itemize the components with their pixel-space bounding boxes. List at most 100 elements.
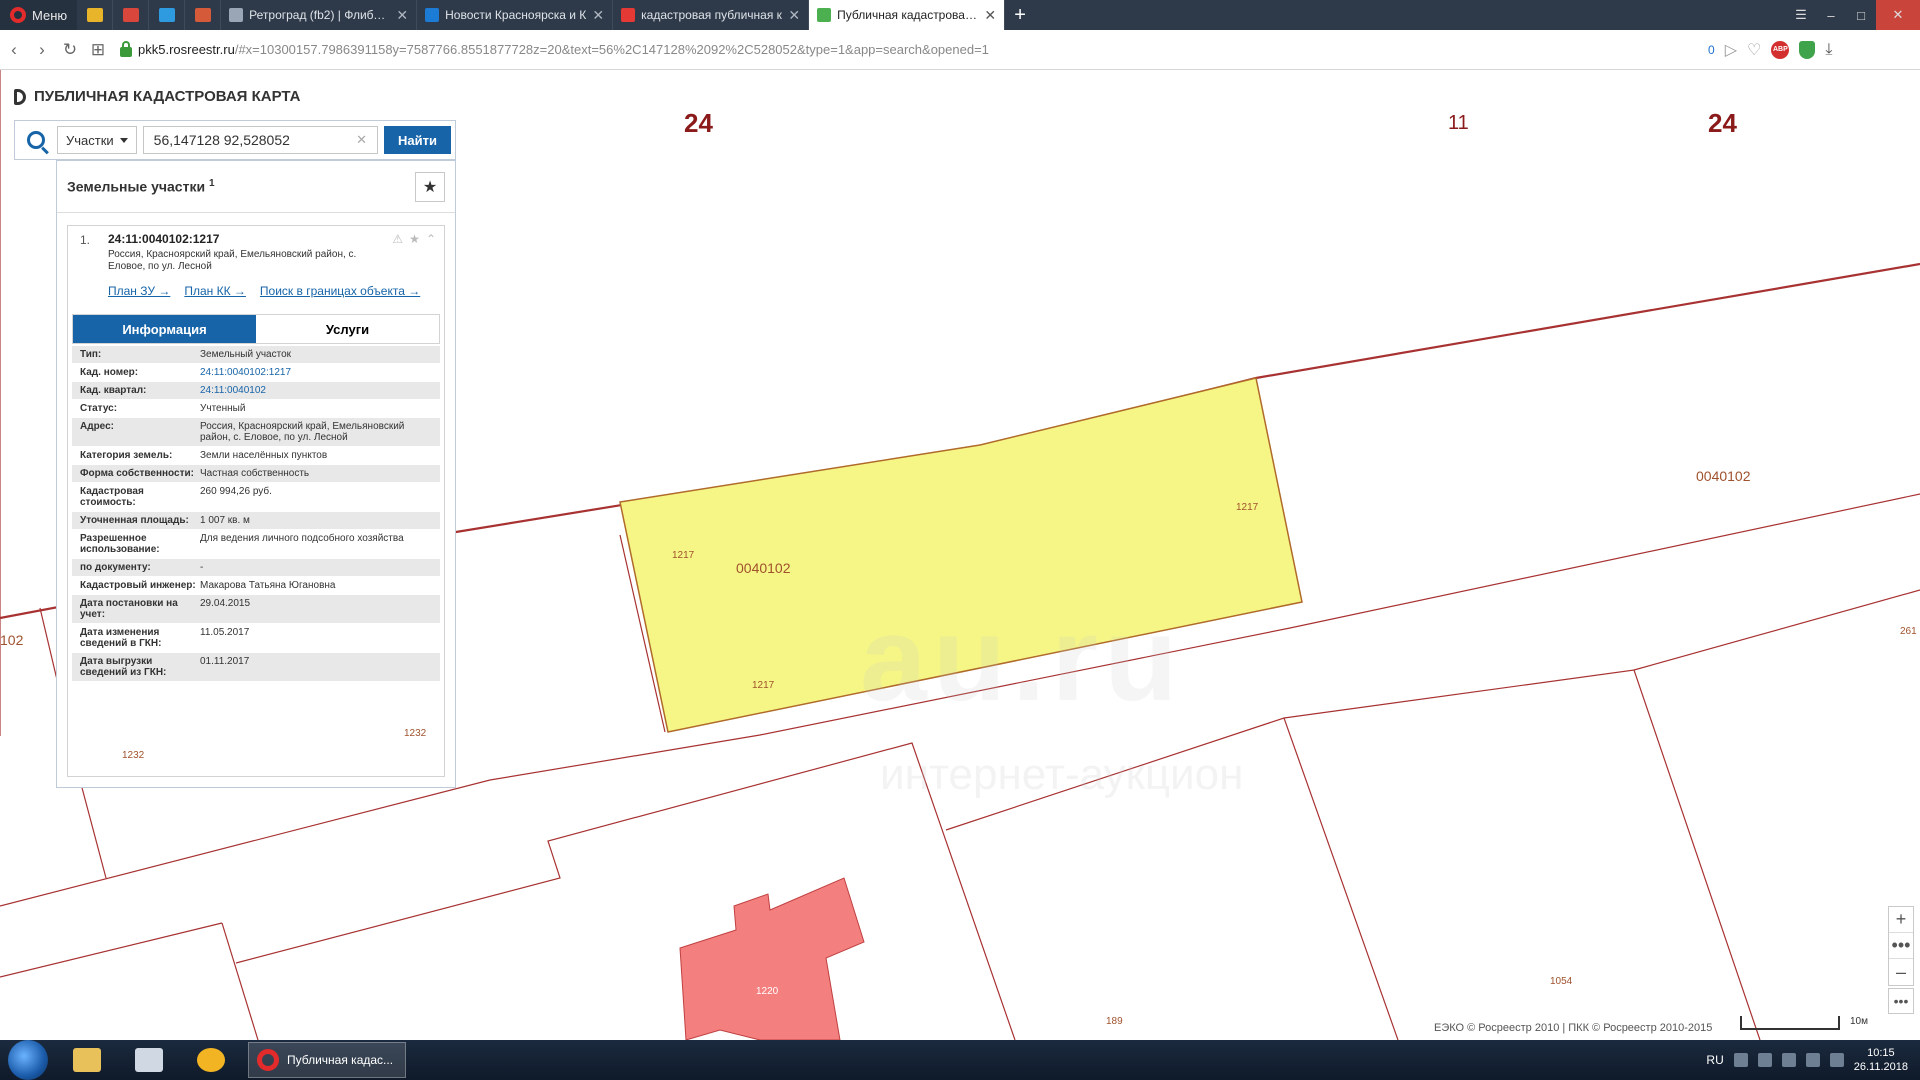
tab-retrograd[interactable]: Ретроград (fb2) | Флибуста ✕ xyxy=(221,0,418,30)
favorites-button[interactable]: ★ xyxy=(415,171,445,202)
search-type-select[interactable]: Участки xyxy=(57,126,137,154)
url-domain: pkk5.rosreestr.ru xyxy=(138,42,235,57)
app-title-text: ПУБЛИЧНАЯ КАДАСТРОВАЯ КАРТА xyxy=(34,88,301,105)
info-row: по документу: - xyxy=(72,559,440,577)
address-bar-actions: 0 ▷ ♡ ABP ⤓ xyxy=(1708,40,1832,60)
info-row-label: Кадастровая стоимость: xyxy=(80,486,144,508)
calculator-icon xyxy=(135,1048,163,1072)
new-tab-button[interactable]: + xyxy=(1005,0,1035,30)
send-icon[interactable]: ▷ xyxy=(1725,40,1737,60)
parcel-label: 1217 xyxy=(752,680,775,691)
forward-button[interactable]: › xyxy=(28,40,56,60)
blocked-count-badge[interactable]: 0 xyxy=(1708,43,1715,57)
more-options-button[interactable]: ••• xyxy=(1888,988,1914,1014)
map-copyright: ЕЭКО © Росреестр 2010 | ПКК © Росреестр … xyxy=(1434,1022,1713,1034)
start-button[interactable] xyxy=(8,1040,48,1080)
tab-close-icon[interactable]: ✕ xyxy=(984,7,996,24)
parcel-label: 1232 xyxy=(404,728,427,739)
info-row-label: Кад. квартал: xyxy=(80,385,147,396)
info-row: Кадастровая стоимость: 260 994,26 руб. xyxy=(72,483,440,512)
info-row-label: по документу: xyxy=(80,562,151,573)
flag-icon[interactable] xyxy=(1757,1053,1772,1067)
info-row-value: 1 007 кв. м xyxy=(200,515,250,526)
info-row-label: Тип: xyxy=(80,349,102,360)
skype-icon[interactable] xyxy=(1781,1053,1796,1067)
info-row-value[interactable]: 24:11:0040102 xyxy=(200,385,440,396)
info-row-label: Форма собственности: xyxy=(80,468,194,479)
plan-zu-link[interactable]: План ЗУ → xyxy=(108,284,170,298)
close-window-button[interactable]: ✕ xyxy=(1876,0,1920,30)
taskbar-opera-window[interactable]: Публичная кадас... xyxy=(248,1042,406,1078)
info-row: Дата выгрузки сведений из ГКН: 01.11.2017 xyxy=(72,653,440,682)
info-row-label: Адрес: xyxy=(80,421,114,432)
info-row-label: Дата выгрузки сведений из ГКН: xyxy=(80,656,167,678)
search-in-bounds-link[interactable]: Поиск в границах объекта → xyxy=(260,284,420,298)
info-row-value: Земельный участок xyxy=(200,349,292,360)
info-row-value: - xyxy=(200,562,204,573)
tab-information[interactable]: Информация xyxy=(73,315,256,343)
zoom-in-button[interactable]: + xyxy=(1889,907,1913,933)
taskbar-app[interactable] xyxy=(188,1043,234,1077)
back-button[interactable]: ‹ xyxy=(0,40,28,60)
zoom-level-icon[interactable]: ••• xyxy=(1889,933,1913,959)
tab-favicon-icon xyxy=(817,8,832,22)
info-row-value: 01.11.2017 xyxy=(200,656,250,667)
pinned-tab-mail[interactable] xyxy=(77,0,114,30)
quarter-label: 102 xyxy=(0,632,24,648)
taskbar-task-label: Публичная кадас... xyxy=(287,1053,394,1067)
search-input[interactable]: 56,147128 92,528052 ✕ xyxy=(142,126,379,154)
tab-close-icon[interactable]: ✕ xyxy=(396,7,408,24)
parcel-boundary xyxy=(221,922,259,1040)
download-icon[interactable]: ⤓ xyxy=(1825,41,1832,59)
maximize-button[interactable]: □ xyxy=(1846,0,1876,30)
results-panel: Земельные участки 1 ★ 1. 24:11:0040102:1… xyxy=(56,160,456,788)
taskbar-explorer[interactable] xyxy=(64,1043,110,1077)
clock[interactable]: 10:15 26.11.2018 xyxy=(1854,1046,1908,1074)
tab-cadastral-map[interactable]: Публичная кадастровая к ✕ xyxy=(809,0,1006,30)
pinned-tab-gmail[interactable] xyxy=(113,0,150,30)
search-bar: Участки 56,147128 92,528052 ✕ Найти xyxy=(14,120,456,160)
quarter-label: 0040102 xyxy=(1696,468,1751,484)
tray-app-icon[interactable] xyxy=(1733,1053,1748,1067)
cadastral-map[interactable]: ПУБЛИЧНАЯ КАДАСТРОВАЯ КАРТА Участки 56,1… xyxy=(0,70,1920,1040)
clear-icon[interactable]: ✕ xyxy=(356,132,367,148)
warning-icon[interactable]: ⚠ xyxy=(392,232,403,246)
quarter-label: 0040102 xyxy=(736,560,791,576)
url-field[interactable]: pkk5.rosreestr.ru/#x=10300157.7986391158… xyxy=(120,36,1700,64)
search-icon[interactable] xyxy=(27,131,45,149)
info-row: Форма собственности: Частная собственност… xyxy=(72,465,440,483)
adblock-icon[interactable]: ABP xyxy=(1771,40,1790,59)
pinned-tab-telegram[interactable] xyxy=(149,0,186,30)
find-button[interactable]: Найти xyxy=(384,126,451,154)
reload-button[interactable]: ↻ xyxy=(56,40,84,60)
plan-kk-link[interactable]: План КК → xyxy=(184,284,246,298)
tab-close-icon[interactable]: ✕ xyxy=(788,7,800,24)
language-indicator[interactable]: RU xyxy=(1706,1053,1723,1067)
taskbar-calculator[interactable] xyxy=(126,1043,172,1077)
vpn-shield-icon[interactable] xyxy=(1799,40,1816,59)
pinned-tab-feather[interactable] xyxy=(185,0,222,30)
easy-setup-icon[interactable]: ☰ xyxy=(1786,0,1816,30)
tab-news[interactable]: Новости Красноярска и К ✕ xyxy=(417,0,614,30)
result-number: 1. xyxy=(80,233,91,247)
tabs-grid-button[interactable]: ⊞ xyxy=(84,40,112,60)
tab-services[interactable]: Услуги xyxy=(256,315,439,343)
collapse-chevron-icon[interactable]: ⌃ xyxy=(426,232,436,246)
tab-yandex-search[interactable]: кадастровая публичная к ✕ xyxy=(613,0,810,30)
star-icon[interactable]: ★ xyxy=(409,232,420,246)
parcel-boundary xyxy=(1283,669,1761,1040)
clock-date: 26.11.2018 xyxy=(1853,1061,1908,1073)
volume-icon[interactable] xyxy=(1829,1053,1844,1067)
minimize-button[interactable]: – xyxy=(1816,0,1846,30)
results-heading: Земельные участки 1 xyxy=(67,178,415,195)
info-row-value[interactable]: 24:11:0040102:1217 xyxy=(200,367,440,378)
zoom-out-button[interactable]: – xyxy=(1889,959,1913,985)
tab-close-icon[interactable]: ✕ xyxy=(592,7,604,24)
bookmark-heart-icon[interactable]: ♡ xyxy=(1747,40,1761,60)
info-row: Категория земель: Земли населённых пункто… xyxy=(72,447,440,465)
tab-title: Публичная кадастровая к xyxy=(837,8,979,22)
parcel-card-header[interactable]: 1. 24:11:0040102:1217 Россия, Красноярск… xyxy=(68,226,444,304)
network-icon[interactable] xyxy=(1805,1053,1820,1067)
browser-menu-button[interactable]: Меню xyxy=(0,0,78,30)
zoom-control: + ••• – xyxy=(1888,906,1914,986)
